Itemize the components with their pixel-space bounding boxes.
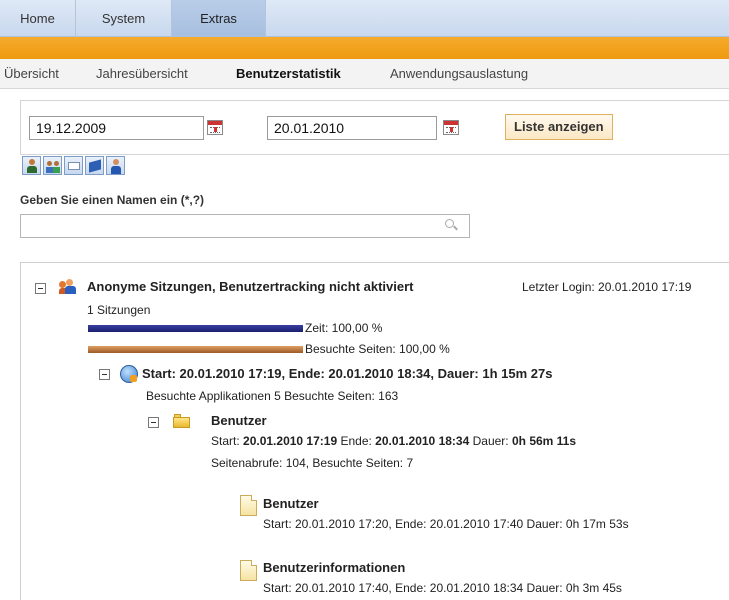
users-group-icon	[59, 279, 77, 295]
tab-system-label: System	[101, 11, 146, 26]
date-from-input[interactable]	[29, 116, 204, 140]
app-end-value: 20.01.2010 18:34	[375, 434, 470, 448]
name-search-input[interactable]	[20, 214, 470, 238]
pages-percentage: Besuchte Seiten: 100,00 %	[305, 342, 450, 356]
name-search-label: Geben Sie einen Namen ein (*,?)	[20, 193, 205, 207]
calendar-from-icon[interactable]	[207, 120, 223, 135]
person-icon[interactable]	[106, 156, 125, 175]
app-detail: Seitenabrufe: 104, Besuchte Seiten: 7	[211, 456, 414, 470]
group-icon[interactable]	[43, 156, 62, 175]
tab-home[interactable]: Home	[0, 0, 76, 37]
subnav-uebersicht[interactable]: Übersicht	[4, 66, 59, 81]
time-percentage: Zeit: 100,00 %	[305, 321, 383, 335]
app-title: Benutzer	[211, 413, 267, 428]
accent-bar	[0, 37, 729, 59]
subnav-benutzerstatistik[interactable]: Benutzerstatistik	[236, 66, 341, 81]
page-detail: Start: 20.01.2010 17:20, Ende: 20.01.201…	[263, 517, 629, 531]
time-progress-bar	[88, 325, 303, 332]
session-icon	[120, 365, 138, 383]
top-nav: Home System Extras	[0, 0, 729, 37]
app-duration-label: Dauer:	[472, 434, 509, 448]
app-end-label: Ende:	[340, 434, 372, 448]
tab-extras[interactable]: Extras	[172, 0, 266, 37]
date-to-input[interactable]	[267, 116, 437, 140]
sub-nav: Übersicht Jahresübersicht Benutzerstatis…	[0, 59, 729, 89]
tab-system[interactable]: System	[76, 0, 172, 37]
session-detail: Besuchte Applikationen 5 Besuchte Seiten…	[146, 389, 399, 403]
collapse-app-toggle[interactable]	[148, 417, 159, 428]
collapse-session-toggle[interactable]	[99, 369, 110, 380]
collapse-anon-toggle[interactable]	[35, 283, 46, 294]
app-duration-value: 0h 56m 11s	[511, 434, 577, 448]
app-times: Start: 20.01.2010 17:19 Ende: 20.01.2010…	[211, 434, 576, 448]
subnav-jahresuebersicht[interactable]: Jahresübersicht	[96, 66, 188, 81]
anon-session-count: 1 Sitzungen	[87, 303, 151, 317]
page-title: Benutzerinformationen	[263, 560, 406, 575]
show-list-button[interactable]: Liste anzeigen	[505, 114, 613, 140]
mail-icon[interactable]	[64, 156, 83, 175]
anon-last-login: Letzter Login: 20.01.2010 17:19	[522, 280, 692, 294]
app-start-label: Start:	[211, 434, 240, 448]
book-icon[interactable]	[85, 156, 104, 175]
subnav-anwendungsauslastung[interactable]: Anwendungsauslastung	[390, 66, 528, 81]
session-title: Start: 20.01.2010 17:19, Ende: 20.01.201…	[142, 366, 553, 381]
folder-icon	[173, 414, 190, 428]
anon-sessions-title: Anonyme Sitzungen, Benutzertracking nich…	[87, 279, 414, 294]
search-icon[interactable]	[445, 219, 458, 231]
user-stats-tree: Anonyme Sitzungen, Benutzertracking nich…	[20, 262, 729, 600]
date-filter-panel: Liste anzeigen	[20, 100, 729, 155]
app-start-value: 20.01.2010 17:19	[243, 434, 338, 448]
tab-home-label: Home	[20, 11, 55, 26]
page-detail: Start: 20.01.2010 17:40, Ende: 20.01.201…	[263, 581, 622, 595]
page-icon	[240, 560, 257, 581]
pages-progress-bar	[88, 346, 303, 353]
tab-extras-label: Extras	[200, 11, 237, 26]
user-icon[interactable]	[22, 156, 41, 175]
page-title: Benutzer	[263, 496, 319, 511]
page-icon	[240, 495, 257, 516]
calendar-to-icon[interactable]	[443, 120, 459, 135]
